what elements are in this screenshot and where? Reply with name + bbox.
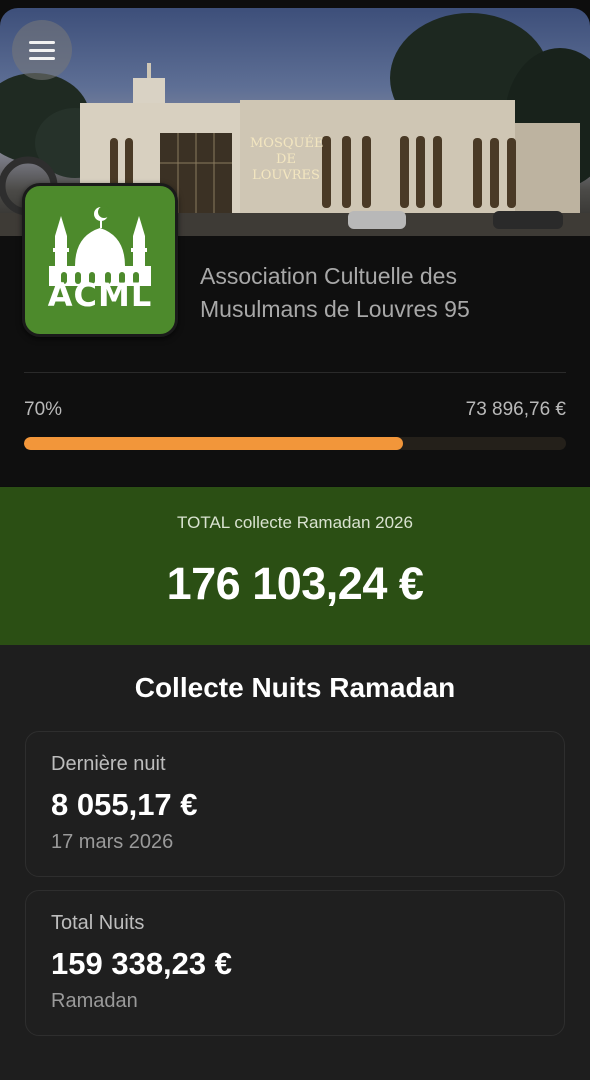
- total-collecte-value: 176 103,24 €: [166, 558, 424, 609]
- menu-icon-line: [29, 48, 55, 52]
- total-collecte-label: TOTAL collecte Ramadan 2026: [177, 513, 413, 532]
- menu-icon-line: [29, 40, 55, 44]
- mosque-sign-line-1: MOSQUÉE: [250, 136, 324, 151]
- acml-logo: ACML: [22, 183, 178, 337]
- organization-name: Association Cultuelle des Musulmans de L…: [200, 263, 470, 322]
- hamburger-menu-button[interactable]: [12, 20, 72, 80]
- mosque-sign-line-3: LOUVRES: [252, 168, 320, 183]
- progress-bar: [24, 437, 566, 450]
- mosque-sign-line-2: DE: [276, 152, 296, 167]
- divider: [24, 372, 566, 373]
- card-date: 17 mars 2026: [51, 831, 174, 853]
- card-value: 8 055,17 €: [51, 787, 198, 822]
- section-title: Collecte Nuits Ramadan: [134, 672, 456, 703]
- card-value: 159 338,23 €: [51, 946, 233, 981]
- last-night-card: Dernière nuit 8 055,17 € 17 mars 2026: [25, 731, 565, 877]
- menu-icon-line: [29, 56, 55, 60]
- progress-amount: 73 896,76 €: [465, 399, 566, 420]
- card-label: Total Nuits: [51, 912, 145, 934]
- logo-text: ACML: [47, 276, 153, 314]
- card-subtitle: Ramadan: [51, 990, 138, 1012]
- progress-bar-fill: [24, 437, 404, 450]
- card-label: Dernière nuit: [51, 753, 166, 775]
- mosque-sign: MOSQUÉE DE LOUVRES: [250, 136, 324, 184]
- total-nights-card: Total Nuits 159 338,23 € Ramadan: [25, 890, 565, 1036]
- progress-percent: 70%: [24, 399, 63, 420]
